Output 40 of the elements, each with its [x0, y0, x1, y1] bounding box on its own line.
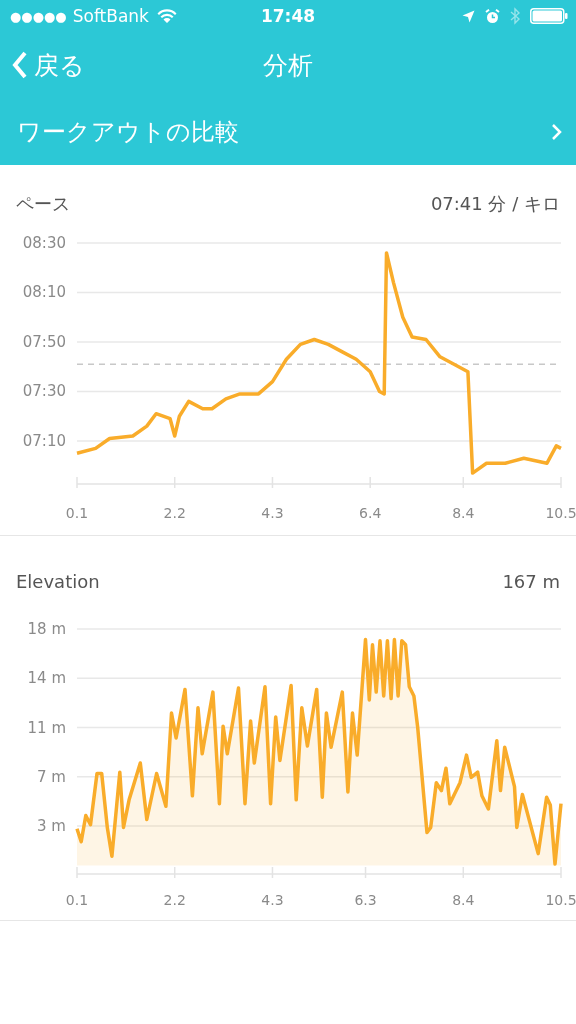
chevron-right-icon: [551, 122, 562, 141]
x-tick-label: 2.2: [163, 892, 186, 908]
y-tick-label: 07:10: [22, 431, 66, 450]
x-tick-label: 0.1: [65, 505, 89, 521]
metric-title: Elevation: [16, 570, 100, 594]
x-tick-label: 10.5: [545, 892, 576, 908]
x-tick-label: 4.3: [261, 505, 284, 521]
alarm-clock-icon: [485, 8, 500, 24]
clock-time: 17:48: [259, 6, 317, 26]
metric-value: 07:41 分 / キロ: [430, 192, 560, 216]
y-tick-label: 11 m: [27, 718, 66, 737]
x-tick-label: 6.4: [359, 505, 382, 521]
bluetooth-icon: [510, 7, 520, 25]
x-tick-label: 8.4: [452, 505, 475, 521]
y-tick-label: 07:50: [22, 332, 66, 351]
y-tick-label: 14 m: [27, 669, 66, 688]
x-tick-label: 10.5: [545, 505, 576, 521]
signal-dots: ●●●●●: [10, 8, 67, 24]
x-tick-label: 0.1: [65, 892, 89, 908]
x-tick-label: 4.3: [261, 892, 284, 908]
back-button[interactable]: 戻る: [12, 48, 85, 82]
x-tick-label: 8.4: [452, 892, 475, 908]
x-tick-label: 6.3: [354, 892, 377, 908]
x-tick-label: 2.2: [163, 505, 186, 521]
compare-workouts-label: ワークアウトの比較: [17, 116, 239, 148]
battery-icon: [530, 8, 568, 24]
y-tick-label: 08:10: [22, 283, 66, 302]
y-tick-label: 07:30: [22, 382, 66, 401]
chevron-left-icon: [12, 51, 28, 79]
screen-title: 分析: [262, 49, 314, 82]
y-tick-label: 18 m: [27, 620, 66, 638]
metric-value: 167 m: [502, 570, 560, 594]
y-tick-label: 08:30: [22, 234, 66, 252]
metric-title: ペース: [16, 192, 70, 216]
y-tick-label: 3 m: [37, 817, 66, 836]
compare-workouts-row[interactable]: ワークアウトの比較: [0, 98, 576, 165]
location-arrow-icon: [462, 9, 475, 23]
y-tick-label: 7 m: [37, 767, 66, 786]
wifi-icon: [156, 8, 177, 24]
carrier-name: SoftBank: [72, 6, 149, 26]
